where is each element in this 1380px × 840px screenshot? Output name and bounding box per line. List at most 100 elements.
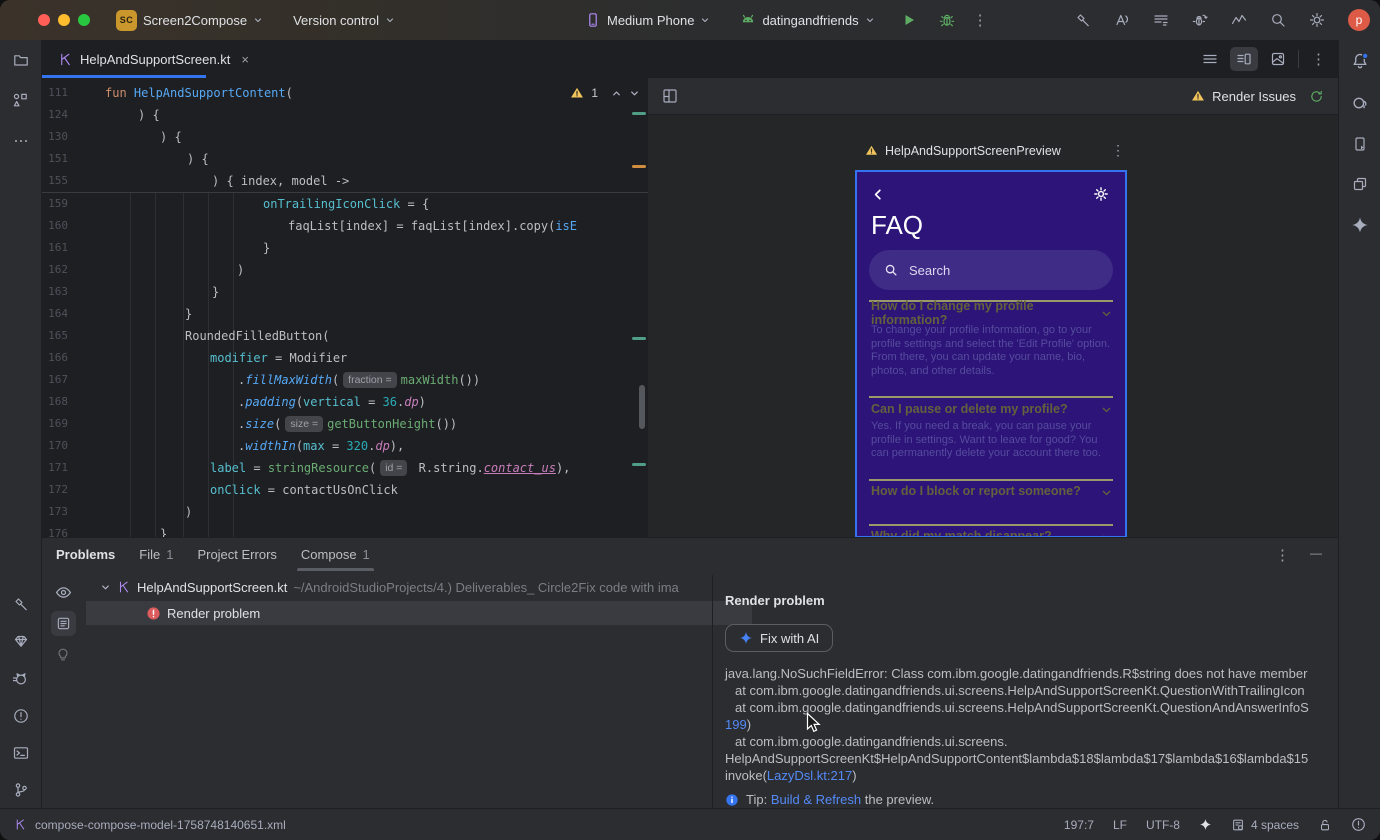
running-devices-icon[interactable]	[1352, 136, 1368, 152]
editor-scrollbar[interactable]	[639, 385, 645, 429]
vcs-selector[interactable]: Version control	[293, 13, 395, 28]
code-token: }	[160, 527, 168, 537]
profiler-bug-icon[interactable]	[1192, 12, 1208, 28]
inspection-status-icon[interactable]	[1351, 817, 1366, 832]
settings-gear-icon[interactable]	[1093, 186, 1109, 202]
details-view-icon[interactable]	[50, 611, 76, 636]
gradle-elephant-icon[interactable]	[1351, 94, 1369, 112]
run-config-selector[interactable]: datingandfriends	[740, 12, 874, 28]
preview-toolbar: Render Issues	[648, 78, 1338, 115]
scrollbar-mark[interactable]	[632, 337, 646, 340]
unlock-icon[interactable]	[1318, 818, 1332, 832]
preview-image-icon[interactable]	[1270, 51, 1286, 67]
faq-item[interactable]: How do I block or report someone?	[869, 478, 1113, 524]
faq-item[interactable]: How do I change my profile information? T…	[869, 299, 1113, 396]
stack-link[interactable]: 199	[725, 717, 747, 732]
panel-tab-project-errors[interactable]: Project Errors	[187, 538, 286, 571]
faq-question-row[interactable]: How do I block or report someone?	[871, 484, 1111, 499]
scrollbar-mark[interactable]	[632, 463, 646, 466]
preview-label[interactable]: HelpAndSupportScreenPreview ⋮	[855, 142, 1127, 159]
split-editor-icon[interactable]	[1230, 47, 1258, 71]
render-issues-button[interactable]: Render Issues	[1191, 89, 1324, 104]
more-run-options-icon[interactable]: ⋮	[973, 11, 988, 29]
panel-tab-problems[interactable]: Problems	[46, 538, 125, 571]
settings-gear-icon[interactable]	[1309, 12, 1325, 28]
problems-icon[interactable]	[13, 708, 29, 724]
tab-label: Project Errors	[197, 547, 277, 562]
search-field[interactable]: Search	[869, 250, 1113, 290]
search-icon[interactable]	[1270, 12, 1286, 28]
line-number: 166	[48, 351, 68, 364]
user-avatar[interactable]: p	[1348, 9, 1370, 31]
prev-issue-chevron-icon[interactable]	[611, 88, 622, 99]
faq-item[interactable]: Can I pause or delete my profile? Yes. If…	[869, 396, 1113, 479]
zoom-window-button[interactable]	[78, 14, 90, 26]
translate-action-icon[interactable]	[1114, 12, 1130, 28]
task-list-icon[interactable]	[1153, 12, 1169, 28]
panel-tab-file[interactable]: File 1	[129, 538, 183, 571]
stack-link[interactable]: LazyDsl.kt:217	[767, 768, 852, 783]
minimize-window-button[interactable]	[58, 14, 70, 26]
encoding[interactable]: UTF-8	[1146, 818, 1180, 832]
editor-tab[interactable]: HelpAndSupportScreen.kt ×	[42, 40, 259, 78]
performance-pulse-icon[interactable]	[1231, 12, 1247, 28]
code-editor[interactable]: 111 fun HelpAndSupportContent(124) {130) …	[42, 78, 648, 537]
close-tab-icon[interactable]: ×	[241, 52, 249, 67]
close-window-button[interactable]	[38, 14, 50, 26]
eye-icon[interactable]	[55, 584, 72, 601]
ai-status-icon[interactable]	[1199, 818, 1212, 831]
inspection-widget[interactable]: 1	[570, 86, 640, 100]
code-token: fun	[105, 86, 134, 100]
app-insights-gem-icon[interactable]	[13, 633, 29, 649]
ind ent-settings[interactable]: 4 spaces	[1231, 818, 1299, 832]
fix-with-ai-button[interactable]: Fix with AI	[725, 624, 834, 652]
terminal-icon[interactable]	[13, 745, 29, 761]
caret-position[interactable]: 197:7	[1064, 818, 1094, 832]
code-token: label	[210, 461, 247, 475]
editor-list-icon[interactable]	[1202, 51, 1218, 67]
panel-hide-icon[interactable]: —	[1310, 546, 1322, 564]
faq-question-row[interactable]: How do I change my profile information?	[871, 299, 1111, 327]
tree-file-row[interactable]: HelpAndSupportScreen.kt ~/AndroidStudioP…	[86, 575, 752, 599]
back-icon[interactable]	[873, 188, 884, 200]
gemini-sparkle-icon[interactable]	[1351, 216, 1369, 234]
status-file[interactable]: compose-compose-model-1758748140651.xml	[14, 818, 286, 832]
scrollbar-mark[interactable]	[632, 112, 646, 115]
faq-item[interactable]: Why did my match disappear?	[869, 523, 1113, 536]
build-refresh-link[interactable]: Build & Refresh	[771, 792, 861, 807]
editor-more-icon[interactable]: ⋮	[1311, 50, 1326, 68]
build-hammer-icon[interactable]	[1075, 12, 1091, 28]
debug-button[interactable]	[939, 12, 955, 28]
line-ending[interactable]: LF	[1113, 818, 1127, 832]
faq-question-row[interactable]: Can I pause or delete my profile?	[871, 401, 1111, 416]
build-tool-icon[interactable]	[13, 596, 29, 612]
project-folder-icon[interactable]	[13, 52, 29, 68]
logcat-cat-icon[interactable]	[12, 670, 29, 687]
scrollbar-mark[interactable]	[632, 165, 646, 168]
preview-layout-icon[interactable]	[662, 88, 678, 104]
device-explorer-icon[interactable]	[1352, 176, 1368, 192]
quickfix-bulb-icon[interactable]	[55, 646, 71, 662]
panel-more-icon[interactable]: ⋮	[1275, 546, 1290, 564]
expand-chevron-icon[interactable]	[100, 582, 111, 593]
project-name: Screen2Compose	[143, 12, 248, 28]
project-selector[interactable]: SC Screen2Compose	[116, 9, 263, 31]
tree-error-row[interactable]: Render problem	[86, 601, 752, 625]
version-control-icon[interactable]	[13, 782, 29, 798]
notifications-bell-icon[interactable]	[1351, 52, 1369, 70]
code-text: fun HelpAndSupportContent(	[105, 82, 293, 104]
preview-more-icon[interactable]: ⋮	[1111, 142, 1125, 159]
run-button[interactable]	[901, 12, 917, 28]
refresh-icon[interactable]	[1309, 89, 1324, 104]
left-tool-stripe	[0, 40, 42, 808]
panel-tab-compose[interactable]: Compose 1	[291, 538, 380, 571]
code-token: = Modifier	[267, 351, 348, 365]
more-tool-windows-icon[interactable]	[13, 133, 29, 149]
device-selector[interactable]: Medium Phone	[585, 12, 710, 28]
structure-shapes-icon[interactable]	[12, 92, 29, 109]
faq-question-row[interactable]: Why did my match disappear?	[871, 529, 1111, 536]
next-issue-chevron-icon[interactable]	[629, 88, 640, 99]
phone-preview: FAQ Search How do I change my profile in…	[855, 170, 1127, 537]
chevron-down-icon	[1102, 484, 1111, 499]
title-bar: SC Screen2Compose Version control Medium…	[0, 0, 1380, 40]
